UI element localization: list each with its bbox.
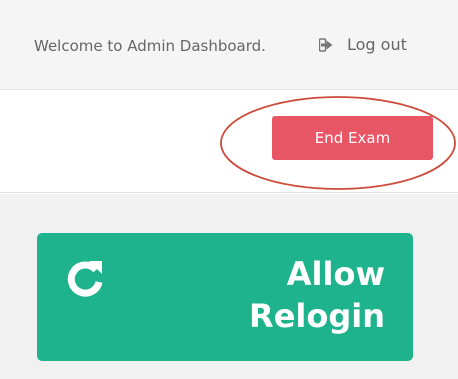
admin-dashboard-page: Welcome to Admin Dashboard. Log out End …: [0, 0, 458, 379]
content-area: Allow Relogin: [0, 194, 458, 379]
relogin-label-line1: Allow: [286, 255, 385, 293]
refresh-icon: [67, 261, 103, 297]
logout-label: Log out: [347, 35, 407, 54]
logout-link[interactable]: Log out: [319, 35, 407, 54]
relogin-label: Allow Relogin: [249, 253, 385, 337]
relogin-label-line2: Relogin: [249, 297, 385, 335]
sign-out-icon: [319, 37, 333, 52]
welcome-text: Welcome to Admin Dashboard.: [34, 37, 266, 55]
top-header: Welcome to Admin Dashboard. Log out: [0, 0, 458, 90]
allow-relogin-button[interactable]: Allow Relogin: [37, 233, 413, 361]
action-bar: End Exam: [0, 90, 458, 193]
end-exam-button[interactable]: End Exam: [272, 116, 433, 160]
